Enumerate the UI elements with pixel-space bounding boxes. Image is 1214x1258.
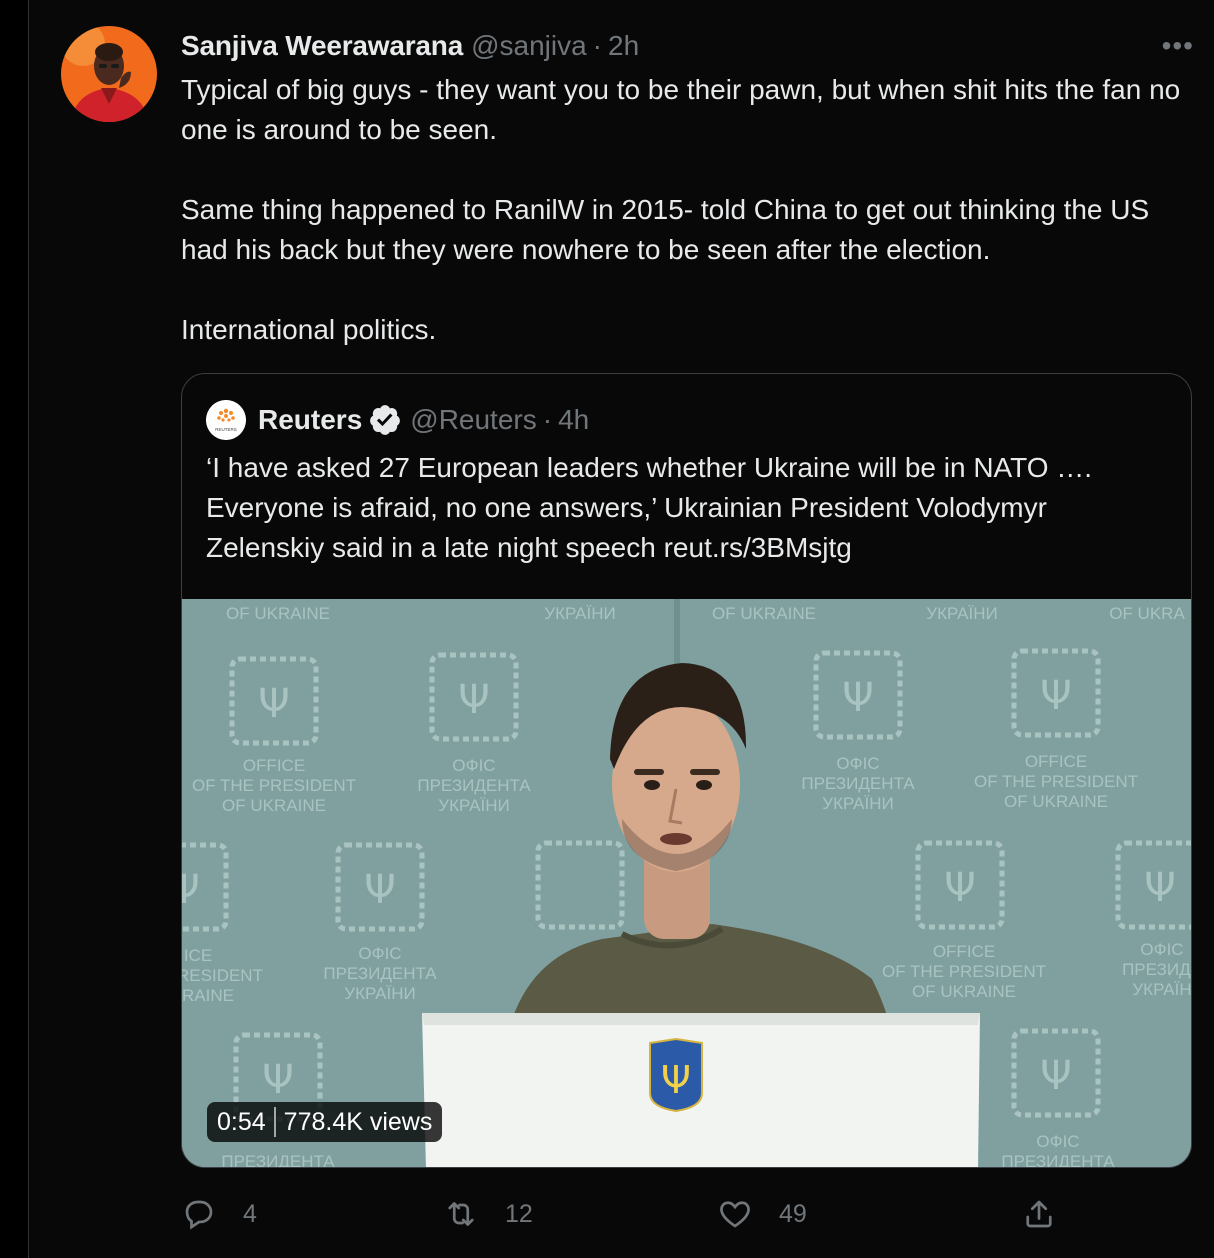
video-info-badge: 0:54 778.4K views — [207, 1102, 443, 1142]
quoted-tweet[interactable]: REUTERS Reuters @Reuters · 4h ‘I have as… — [181, 373, 1192, 1168]
quoted-author-name[interactable]: Reuters — [258, 404, 362, 436]
quoted-author-handle[interactable]: @Reuters — [410, 404, 536, 436]
wall-lettering: ПРЕЗИДЕНТА — [417, 776, 531, 795]
wall-lettering: ICE — [184, 946, 212, 965]
wall-lettering: УКРАЇН — [1132, 980, 1191, 999]
quoted-tweet-header: REUTERS Reuters @Reuters · 4h — [206, 400, 589, 440]
quoted-tweet-timestamp[interactable]: 4h — [558, 404, 589, 436]
share-button[interactable] — [1021, 1190, 1057, 1238]
wall-lettering: УКРАЇНИ — [438, 796, 509, 815]
tweet-actions: 4 12 49 — [181, 1190, 1191, 1238]
svg-text:Ψ: Ψ — [258, 681, 289, 727]
tweet-timestamp[interactable]: 2h — [608, 28, 639, 64]
tweet-header: Sanjiva Weerawarana @sanjiva · 2h ••• — [181, 28, 1194, 64]
wall-lettering: ОФІС — [1140, 940, 1183, 959]
wall-lettering: УКРАЇНИ — [544, 604, 615, 623]
svg-text:Ψ: Ψ — [1040, 1053, 1071, 1099]
wall-lettering: OFFICE — [933, 942, 995, 961]
like-button[interactable]: 49 — [717, 1190, 807, 1238]
wall-lettering: OF UKRAINE — [222, 796, 326, 815]
tweet[interactable]: Sanjiva Weerawarana @sanjiva · 2h ••• Ty… — [29, 0, 1214, 1258]
avatar-photo — [61, 26, 157, 122]
wall-lettering: УКРАЇНИ — [822, 794, 893, 813]
svg-text:Ψ: Ψ — [262, 1057, 293, 1103]
wall-lettering: ОФІС — [836, 754, 879, 773]
video-player[interactable]: OF UKRAINE УКРАЇНИ OF UKRAINE УКРАЇНИ OF UKR… — [182, 599, 1191, 1168]
reply-count: 4 — [243, 1199, 257, 1228]
wall-lettering: OF UKRAINE — [226, 604, 330, 623]
tweet-text: Typical of big guys - they want you to b… — [181, 70, 1191, 350]
author-name[interactable]: Sanjiva Weerawarana — [181, 28, 463, 64]
tweet-paragraph: Same thing happened to RanilW in 2015- t… — [181, 194, 1150, 265]
video-duration: 0:54 — [217, 1107, 266, 1136]
svg-text:Ψ: Ψ — [944, 865, 975, 911]
video-frame: OF UKRAINE УКРАЇНИ OF UKRAINE УКРАЇНИ OF UKR… — [182, 599, 1191, 1168]
reply-icon — [185, 1200, 213, 1230]
wall-lettering: ОФІС — [452, 756, 495, 775]
avatar[interactable] — [61, 26, 157, 122]
wall-lettering: ОФІС — [1036, 1132, 1079, 1151]
quoted-tweet-text: ‘I have asked 27 European leaders whethe… — [206, 452, 1093, 563]
svg-text:Ψ: Ψ — [661, 1058, 691, 1102]
svg-text:Ψ: Ψ — [842, 675, 873, 721]
reply-button[interactable]: 4 — [181, 1190, 257, 1238]
verified-badge-icon — [370, 405, 401, 435]
wall-lettering: OF THE PRESIDENT — [192, 776, 356, 795]
badge-divider — [273, 1107, 276, 1137]
svg-text:REUTERS: REUTERS — [215, 427, 237, 432]
retweet-count: 12 — [505, 1199, 533, 1228]
like-icon — [720, 1201, 750, 1228]
share-icon — [1026, 1200, 1052, 1228]
retweet-button[interactable]: 12 — [443, 1190, 533, 1238]
wall-lettering: RESIDENT — [182, 966, 263, 985]
video-views: 778.4K views — [283, 1107, 433, 1136]
svg-text:Ψ: Ψ — [364, 867, 395, 913]
retweet-icon — [448, 1202, 474, 1226]
svg-text:Ψ: Ψ — [1040, 673, 1071, 719]
wall-lettering: УКРАЇНИ — [926, 604, 997, 623]
wall-lettering: OF UKRAINE — [1004, 792, 1108, 811]
svg-text:Ψ: Ψ — [182, 867, 200, 913]
tweet-paragraph: Typical of big guys - they want you to b… — [181, 74, 1181, 145]
wall-lettering: OF UKRAINE — [712, 604, 816, 623]
wall-lettering: ПРЕЗИДЕ — [1122, 960, 1191, 979]
wall-lettering: ПРЕЗИДЕНТА — [323, 964, 437, 983]
more-options-icon[interactable]: ••• — [1162, 28, 1194, 64]
wall-lettering: RAINE — [182, 986, 234, 1005]
wall-lettering: ПРЕЗИДЕНТА — [1001, 1152, 1115, 1168]
wall-lettering: OF UKRAINE — [912, 982, 1016, 1001]
tweet-frame: Sanjiva Weerawarana @sanjiva · 2h ••• Ty… — [28, 0, 1214, 1258]
wall-lettering: ПРЕЗИДЕНТА — [221, 1152, 335, 1168]
separator: · — [592, 30, 602, 61]
wall-lettering: ОФІС — [358, 944, 401, 963]
svg-text:Ψ: Ψ — [1144, 865, 1175, 911]
like-count: 49 — [779, 1199, 807, 1228]
reuters-logo-icon[interactable]: REUTERS — [206, 400, 246, 440]
separator: · — [542, 404, 553, 435]
wall-lettering: OF THE PRESIDENT — [882, 962, 1046, 981]
wall-lettering: ПРЕЗИДЕНТА — [801, 774, 915, 793]
author-handle[interactable]: @sanjiva — [471, 28, 587, 64]
wall-lettering: OFFICE — [1025, 752, 1087, 771]
wall-lettering: OF UKRA — [1109, 604, 1185, 623]
svg-text:Ψ: Ψ — [458, 677, 489, 723]
wall-lettering: УКРАЇНИ — [344, 984, 415, 1003]
wall-lettering: OFFICE — [243, 756, 305, 775]
wall-lettering: OF THE PRESIDENT — [974, 772, 1138, 791]
tweet-paragraph: International politics. — [181, 314, 437, 345]
